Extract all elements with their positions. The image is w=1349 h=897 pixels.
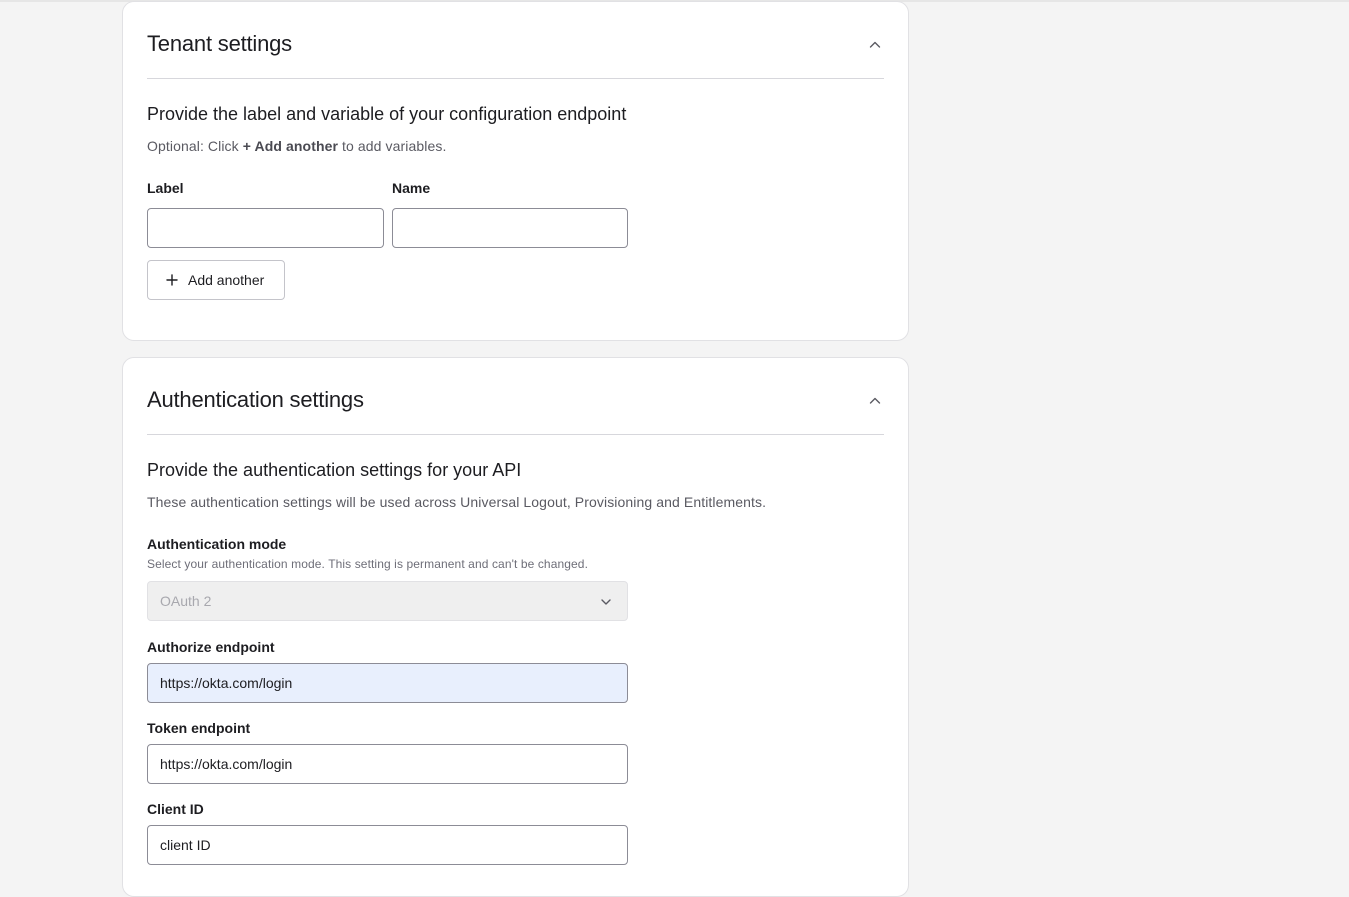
- token-endpoint-label: Token endpoint: [147, 720, 251, 736]
- tenant-settings-heading: Provide the label and variable of your c…: [147, 104, 627, 124]
- plus-icon: [166, 274, 178, 286]
- authentication-mode-select: OAuth 2: [147, 581, 628, 621]
- client-id-label: Client ID: [147, 801, 204, 817]
- authentication-mode-value: OAuth 2: [160, 593, 212, 609]
- authentication-mode-label: Authentication mode: [147, 536, 287, 552]
- label-field-label: Label: [147, 180, 184, 196]
- chevron-up-icon: [869, 397, 881, 404]
- authentication-settings-header: Authentication settings: [147, 358, 884, 435]
- chevron-down-icon: [601, 599, 611, 605]
- description-emphasis: + Add another: [242, 138, 339, 154]
- description-prefix: Optional: Click: [147, 138, 243, 154]
- tenant-settings-title: Tenant settings: [147, 31, 292, 56]
- authorize-endpoint-input[interactable]: [147, 663, 628, 703]
- authentication-settings-description: These authentication settings will be us…: [147, 494, 767, 510]
- authentication-settings-heading: Provide the authentication settings for …: [147, 460, 522, 480]
- tenant-settings-description: Optional: Click + Add another to add var…: [147, 137, 446, 155]
- tenant-settings-collapse-button[interactable]: [866, 36, 884, 54]
- token-endpoint-input[interactable]: [147, 744, 628, 784]
- authentication-settings-title: Authentication settings: [147, 387, 364, 412]
- tenant-settings-card: Tenant settings Provide the label and va…: [122, 1, 909, 341]
- chevron-up-icon: [869, 41, 881, 48]
- authorize-endpoint-label: Authorize endpoint: [147, 639, 275, 655]
- name-input[interactable]: [392, 208, 628, 248]
- authentication-settings-collapse-button[interactable]: [866, 392, 884, 410]
- client-id-input[interactable]: [147, 825, 628, 865]
- add-another-label: Add another: [188, 272, 265, 288]
- label-input[interactable]: [147, 208, 384, 248]
- authentication-mode-hint: Select your authentication mode. This se…: [147, 557, 589, 571]
- name-field-label: Name: [392, 180, 431, 196]
- add-another-button[interactable]: Add another: [147, 260, 285, 300]
- authentication-settings-card: Authentication settings Provide the auth…: [122, 357, 909, 897]
- description-suffix: to add variables.: [338, 138, 447, 154]
- tenant-settings-header: Tenant settings: [147, 2, 884, 79]
